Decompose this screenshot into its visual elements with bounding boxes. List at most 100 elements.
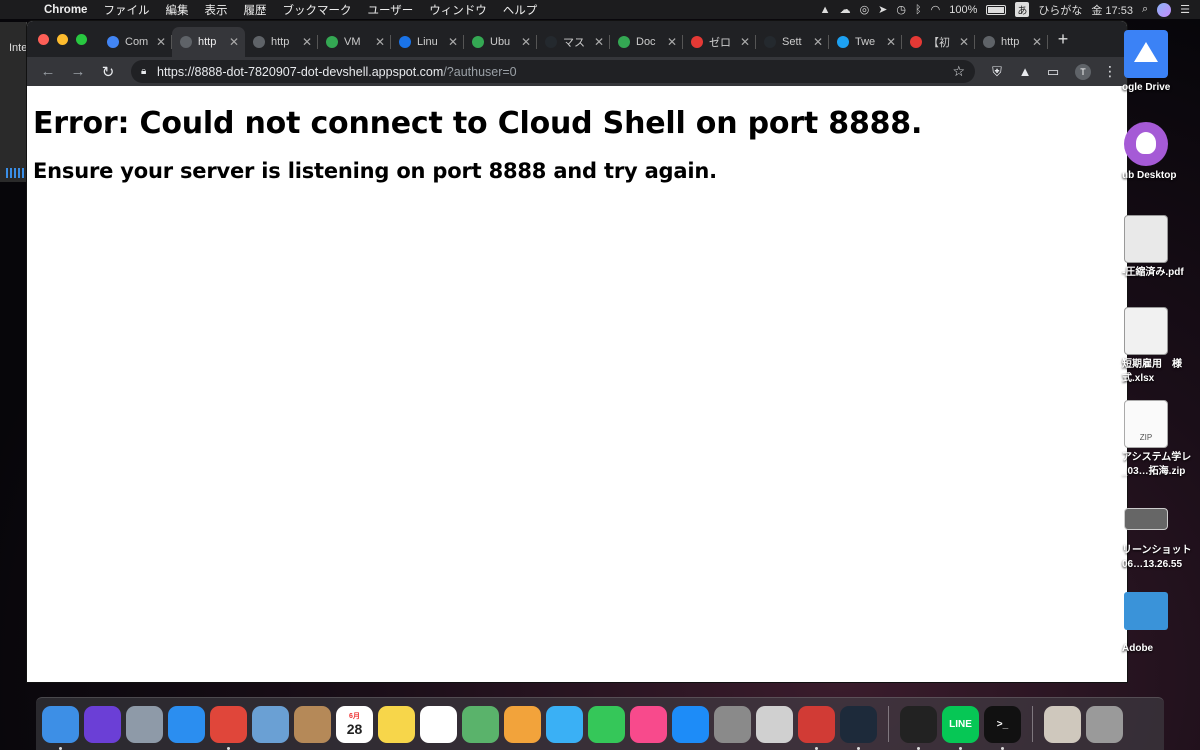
menu-edit[interactable]: 編集 (157, 2, 196, 18)
browser-tab[interactable]: 【初 ✕ (902, 27, 975, 57)
browser-tab[interactable]: マス ✕ (537, 27, 610, 57)
fullscreen-window-button[interactable] (76, 33, 87, 45)
safari-icon[interactable] (168, 705, 205, 743)
preview-icon[interactable] (252, 705, 289, 743)
menu-history[interactable]: 履歴 (235, 2, 274, 18)
siri-status-icon[interactable] (1157, 2, 1172, 17)
finder-icon[interactable] (42, 705, 79, 750)
battery-icon[interactable] (986, 4, 1007, 15)
app-store-icon[interactable] (672, 705, 709, 743)
tab-close-icon[interactable]: ✕ (521, 35, 531, 49)
menu-window[interactable]: ウィンドウ (421, 2, 495, 18)
back-button[interactable]: ← (35, 63, 61, 80)
tab-close-icon[interactable]: ✕ (886, 35, 896, 49)
background-window-title: Inte (9, 42, 28, 54)
google-drive-status-icon[interactable]: ▲ (820, 4, 831, 16)
forward-button[interactable]: → (65, 63, 91, 80)
tab-close-icon[interactable]: ✕ (667, 35, 677, 49)
calendar-icon[interactable]: 6月 28 (336, 705, 373, 743)
shield-extension-icon[interactable]: ⛨ (985, 64, 1009, 80)
browser-tab[interactable]: Com ✕ (99, 27, 172, 57)
menu-help[interactable]: ヘルプ (495, 2, 546, 18)
chrome-icon[interactable] (210, 705, 247, 750)
tab-close-icon[interactable]: ✕ (302, 35, 312, 49)
google-drive-extension-icon[interactable]: ▲ (1013, 64, 1037, 79)
line-icon[interactable]: LINE (942, 705, 979, 750)
clock[interactable]: 金 17:53 (1091, 2, 1133, 18)
tab-close-icon[interactable]: ✕ (156, 35, 166, 49)
notification-center-icon[interactable]: ☰ (1180, 3, 1190, 16)
desktop-item-github-desktop[interactable]: ub Desktop (1110, 122, 1200, 183)
desktop-item-adobe-folder[interactable]: Adobe (1110, 592, 1200, 656)
downloads-stack-icon[interactable] (1044, 705, 1081, 743)
tab-close-icon[interactable]: ✕ (375, 35, 385, 49)
terminal-icon[interactable]: >_ (984, 705, 1021, 750)
messages-icon[interactable] (546, 705, 583, 743)
contacts-icon[interactable] (294, 705, 331, 743)
menu-view[interactable]: 表示 (196, 2, 235, 18)
menu-bookmarks[interactable]: ブックマーク (274, 2, 359, 18)
minimize-window-button[interactable] (57, 33, 68, 45)
facetime-icon[interactable] (588, 705, 625, 743)
notes-icon[interactable] (378, 705, 415, 743)
wifi-icon[interactable]: ◠ (931, 3, 941, 16)
parallels-icon[interactable] (798, 705, 835, 750)
itunes-icon[interactable] (630, 705, 667, 743)
system-preferences-icon[interactable] (714, 705, 751, 743)
tab-close-icon[interactable]: ✕ (813, 35, 823, 49)
cloud-icon[interactable]: ☁ (840, 3, 851, 16)
desktop-item-zip[interactable]: ZIP アシステム学レ_03…拓海.zip (1110, 400, 1200, 479)
browser-tab[interactable]: http ✕ (172, 27, 245, 57)
bookmark-star-icon[interactable]: ☆ (952, 63, 965, 80)
background-window[interactable]: Inte (0, 22, 27, 182)
browser-tab[interactable]: Twe ✕ (829, 27, 902, 57)
siri-icon[interactable] (84, 705, 121, 743)
browser-tab[interactable]: ゼロ ✕ (683, 27, 756, 57)
reload-button[interactable]: ↻ (95, 63, 121, 81)
browser-tab[interactable]: http ✕ (975, 27, 1048, 57)
spotlight-icon[interactable]: ⌕ (1142, 3, 1148, 16)
tab-close-icon[interactable]: ✕ (229, 35, 239, 49)
browser-tab[interactable]: Linu ✕ (391, 27, 464, 57)
page-content: Error: Could not connect to Cloud Shell … (27, 86, 1127, 203)
tab-close-icon[interactable]: ✕ (959, 35, 969, 49)
browser-tab[interactable]: Sett ✕ (756, 27, 829, 57)
launchpad-icon[interactable] (126, 705, 163, 743)
desktop-item-pdf[interactable]: -圧縮済み.pdf (1110, 215, 1200, 280)
profile-avatar[interactable]: T (1075, 63, 1091, 80)
browser-tab[interactable]: http ✕ (245, 27, 318, 57)
lock-icon[interactable]: 🔒︎ (141, 66, 157, 77)
time-machine-icon[interactable]: ◷ (896, 3, 906, 16)
app-menu[interactable]: Chrome (36, 4, 95, 16)
photos-icon[interactable] (504, 705, 541, 743)
menu-people[interactable]: ユーザー (359, 2, 421, 18)
tab-close-icon[interactable]: ✕ (594, 35, 604, 49)
browser-tab[interactable]: Ubu ✕ (464, 27, 537, 57)
reminders-icon[interactable] (420, 705, 457, 743)
tab-close-icon[interactable]: ✕ (740, 35, 750, 49)
extension-icon[interactable]: ▭ (1041, 64, 1065, 80)
address-bar[interactable]: 🔒︎ https://8888-dot-7820907-dot-devshell… (131, 60, 975, 83)
input-source-icon[interactable]: あ (1015, 2, 1030, 17)
compute-icon (107, 36, 119, 48)
browser-tab[interactable]: Doc ✕ (610, 27, 683, 57)
desktop-item-xlsx[interactable]: 短期雇用 様式.xlsx (1110, 307, 1200, 386)
activity-monitor-icon[interactable] (840, 705, 877, 750)
browser-tab[interactable]: VM ✕ (318, 27, 391, 57)
menu-file[interactable]: ファイル (95, 2, 157, 18)
maps-icon[interactable] (462, 705, 499, 743)
trash-icon[interactable] (1086, 705, 1123, 743)
running-indicator (917, 746, 920, 750)
location-icon[interactable]: ➤ (878, 3, 887, 16)
calendar-day: 28 (346, 721, 363, 737)
sheet-music-icon[interactable] (756, 705, 793, 743)
creative-cloud-icon[interactable]: ◎ (860, 3, 870, 16)
desktop-item-google-drive[interactable]: ogle Drive (1110, 30, 1200, 95)
tab-close-icon[interactable]: ✕ (1032, 35, 1042, 49)
piano-icon[interactable] (900, 705, 937, 750)
bluetooth-icon[interactable]: ᛒ (915, 4, 922, 16)
tab-close-icon[interactable]: ✕ (448, 35, 458, 49)
close-window-button[interactable] (38, 33, 49, 45)
desktop-item-screenshot[interactable]: リーンショット 06…13.26.55 (1110, 495, 1200, 572)
new-tab-button[interactable]: + (1048, 29, 1078, 50)
